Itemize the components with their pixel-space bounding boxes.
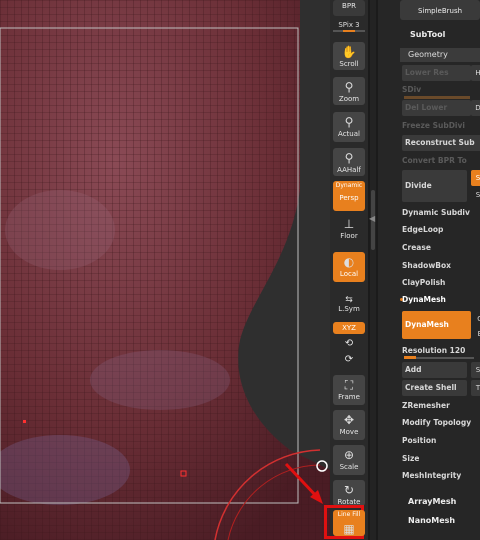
bpr-button[interactable]: BPR xyxy=(333,0,365,16)
sdiv-track xyxy=(404,96,470,99)
resolution-fill xyxy=(404,356,416,359)
rotate-axis-icon[interactable]: ⟲ xyxy=(333,337,365,351)
lower-res-button[interactable]: Lower Res xyxy=(402,65,471,81)
collapse-arrow-icon[interactable]: ◀ xyxy=(369,214,375,223)
floor-button[interactable]: ⊥ Floor xyxy=(333,214,365,244)
groups-toggle[interactable]: G xyxy=(473,311,480,327)
dynamesh-section[interactable]: DynaMesh xyxy=(402,292,446,308)
edgeloop-section[interactable]: EdgeLoop xyxy=(402,222,443,238)
linefill-button[interactable]: Line Fill ▦ xyxy=(333,510,365,536)
dynamic-label: Dynamic xyxy=(335,182,363,189)
aahalf-button[interactable]: ⚲ AAHalf xyxy=(333,148,365,176)
convert-bpr-button[interactable]: Convert BPR To xyxy=(402,153,467,169)
spix-slider[interactable]: SPix 3 xyxy=(333,21,365,32)
floor-icon: ⊥ xyxy=(343,217,355,231)
frame-button[interactable]: ⛶ Frame xyxy=(333,375,365,405)
simplebrush-button[interactable]: SimpleBrush xyxy=(400,0,480,20)
geometry-header[interactable]: Geometry xyxy=(400,48,480,62)
zremesher-section[interactable]: ZRemesher xyxy=(402,398,450,414)
panel-scrollbar[interactable] xyxy=(370,0,376,540)
magnifier-icon: ⚲ xyxy=(344,80,354,94)
sub-button[interactable]: S xyxy=(471,362,480,378)
position-section[interactable]: Position xyxy=(402,433,436,449)
mesh-render xyxy=(0,0,330,540)
reconstruct-subdiv-button[interactable]: Reconstruct Sub xyxy=(402,135,480,151)
suv-toggle[interactable]: S xyxy=(471,187,480,203)
grid-icon: ▦ xyxy=(343,522,355,536)
magnifier-icon: ⚲ xyxy=(344,115,354,129)
claypolish-section[interactable]: ClayPolish xyxy=(402,275,445,291)
scale-button[interactable]: ⊕ Scale xyxy=(333,445,365,475)
higher-res-button[interactable]: H xyxy=(471,65,480,81)
meshintegrity-section[interactable]: MeshIntegrity xyxy=(402,468,461,484)
dynamesh-button[interactable]: DynaMesh xyxy=(402,311,471,339)
size-section[interactable]: Size xyxy=(402,451,419,467)
crease-section[interactable]: Crease xyxy=(402,240,431,256)
create-shell-button[interactable]: Create Shell xyxy=(402,380,467,396)
move-icon: ✥ xyxy=(343,413,355,427)
arraymesh-header[interactable]: ArrayMesh xyxy=(408,497,480,506)
dynamic-subdiv-section[interactable]: Dynamic Subdiv xyxy=(402,205,470,221)
frame-icon: ⛶ xyxy=(344,378,354,392)
local-button[interactable]: ◐ Local xyxy=(333,252,365,282)
add-button[interactable]: Add xyxy=(402,362,467,378)
divide-button[interactable]: Divide xyxy=(402,170,467,202)
lsym-button[interactable]: ⇆ L.Sym xyxy=(333,293,365,315)
rotate-icon: ↻ xyxy=(343,483,355,497)
del-lower-button[interactable]: Del Lower xyxy=(402,100,471,116)
blur-toggle[interactable]: B xyxy=(473,326,480,342)
smt-toggle[interactable]: S xyxy=(471,170,480,186)
move-button[interactable]: ✥ Move xyxy=(333,410,365,440)
thickness-button[interactable]: T xyxy=(471,380,480,396)
spix-label: SPix 3 xyxy=(338,21,360,29)
freeze-subdiv-button[interactable]: Freeze SubDivi xyxy=(402,118,465,134)
scale-icon: ⊕ xyxy=(343,448,355,462)
hand-icon: ✋ xyxy=(341,45,357,59)
scroll-button[interactable]: ✋ Scroll xyxy=(333,42,365,70)
modify-topology-section[interactable]: Modify Topology xyxy=(402,415,471,431)
3d-viewport[interactable] xyxy=(0,0,330,540)
rotate-button[interactable]: ↻ Rotate xyxy=(333,480,365,506)
shadowbox-section[interactable]: ShadowBox xyxy=(402,258,451,274)
del-higher-button[interactable]: D xyxy=(471,100,480,116)
arrows-icon: ⇆ xyxy=(345,295,353,305)
xyz-button[interactable]: XYZ xyxy=(333,322,365,334)
rotate-axis-icon-2[interactable]: ⟳ xyxy=(333,353,365,367)
actual-button[interactable]: ⚲ Actual xyxy=(333,112,365,142)
local-icon: ◐ xyxy=(343,255,355,269)
nanomesh-header[interactable]: NanoMesh xyxy=(408,516,480,525)
magnifier-icon: ⚲ xyxy=(344,151,354,165)
persp-button[interactable]: Dynamic Persp xyxy=(333,181,365,211)
zoom-button[interactable]: ⚲ Zoom xyxy=(333,77,365,105)
subtool-header[interactable]: SubTool xyxy=(410,30,480,39)
right-shelf: BPR SPix 3 ✋ Scroll ⚲ Zoom ⚲ Actual ⚲ AA… xyxy=(324,0,368,540)
tool-palette: SimpleBrush SubTool Geometry Lower Res H… xyxy=(378,0,480,540)
